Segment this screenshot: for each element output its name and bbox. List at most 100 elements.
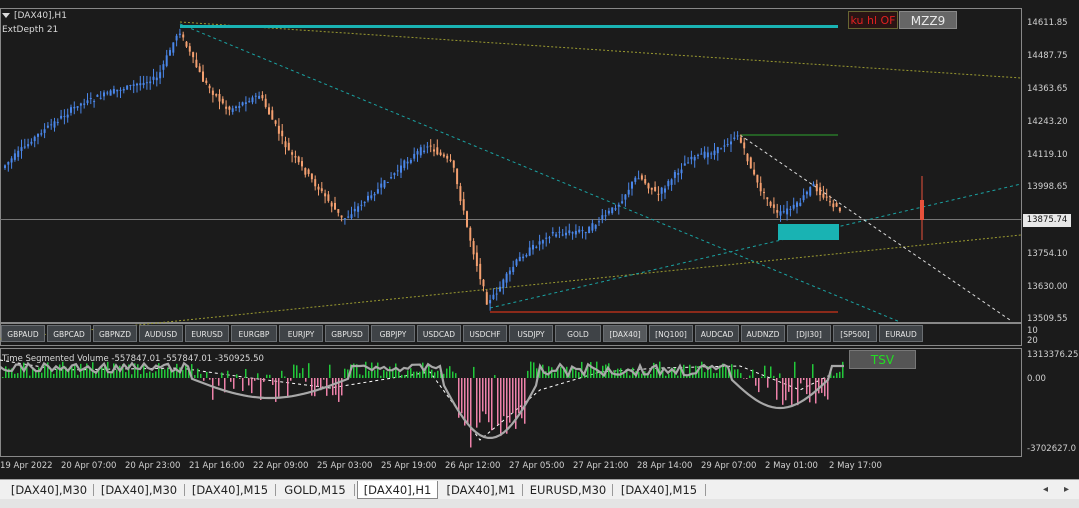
ku-hl-button[interactable]: ku hl OF bbox=[848, 11, 898, 29]
symbol-button[interactable]: AUDCAD bbox=[695, 325, 739, 342]
symbol-button[interactable]: EURUSD bbox=[185, 325, 229, 342]
tsv-button[interactable]: TSV bbox=[849, 350, 916, 369]
volume-bar bbox=[803, 378, 805, 380]
symbol-button[interactable]: USDCHF bbox=[463, 325, 507, 342]
volume-bar bbox=[335, 378, 337, 395]
symbol-button[interactable]: GBPCAD bbox=[47, 325, 91, 342]
candle-body bbox=[716, 147, 719, 154]
symbol-button[interactable]: GBPUSD bbox=[325, 325, 369, 342]
volume-bar bbox=[812, 364, 814, 378]
volume-bar bbox=[431, 369, 433, 378]
candle-body bbox=[683, 163, 686, 166]
candle-body bbox=[20, 147, 23, 151]
mzz9-button[interactable]: MZZ9 bbox=[899, 11, 957, 29]
volume-bar bbox=[677, 375, 679, 378]
volume-bar bbox=[491, 378, 493, 431]
symbol-button[interactable]: [DJI30] bbox=[787, 325, 831, 342]
symbol-button[interactable]: [NQ100] bbox=[649, 325, 693, 342]
symbol-button[interactable]: AUDUSD bbox=[139, 325, 183, 342]
candle-body bbox=[297, 156, 300, 163]
symbol-button[interactable]: EURGBP bbox=[231, 325, 277, 342]
candle-body bbox=[568, 230, 571, 234]
candle-body bbox=[122, 89, 125, 91]
tab-eurusd-m30[interactable]: EURUSD,M30 bbox=[525, 481, 611, 499]
candle-body bbox=[588, 226, 591, 234]
chart-title[interactable]: [DAX40],H1 bbox=[2, 11, 67, 21]
volume-bar bbox=[578, 372, 580, 378]
volume-bar bbox=[572, 367, 574, 378]
volume-bar bbox=[560, 366, 562, 378]
candle-body bbox=[442, 154, 445, 157]
volume-bar bbox=[272, 378, 274, 385]
symbol-button[interactable]: [SP500] bbox=[833, 325, 877, 342]
tab-dax40-m15[interactable]: [DAX40],M15 bbox=[187, 481, 273, 499]
candle-body bbox=[789, 208, 792, 210]
candle-body bbox=[419, 147, 422, 156]
volume-bar bbox=[83, 368, 85, 378]
volume-bar bbox=[767, 378, 769, 388]
volume-bar bbox=[278, 378, 280, 397]
volume-bar bbox=[629, 375, 631, 378]
tab-dax40-m15[interactable]: [DAX40],M15 bbox=[615, 481, 703, 499]
candle-body bbox=[337, 209, 340, 213]
candle-body bbox=[766, 197, 769, 200]
candle-body bbox=[571, 232, 574, 234]
volume-bar bbox=[44, 365, 46, 378]
candle-body bbox=[198, 66, 201, 73]
tab-scroll-right-icon[interactable]: ▸ bbox=[1064, 480, 1069, 500]
candle-body bbox=[218, 94, 221, 102]
tab-dax40-h1[interactable]: [DAX40],H1 bbox=[357, 481, 438, 499]
candle-body bbox=[809, 187, 812, 196]
tab-dax40-m1[interactable]: [DAX40],M1 bbox=[441, 481, 521, 499]
candle-body bbox=[244, 102, 247, 105]
time-axis-label: 27 Apr 21:00 bbox=[573, 461, 629, 471]
symbol-button[interactable]: GBPAUD bbox=[1, 325, 45, 342]
indicator-label: Time Segmented Volume -557847.01 -557847… bbox=[2, 354, 264, 364]
volume-bar bbox=[449, 366, 451, 378]
volume-bar bbox=[386, 371, 388, 378]
candle-body bbox=[634, 177, 637, 182]
tab-gold-m15[interactable]: GOLD,M15 bbox=[278, 481, 352, 499]
tab-dax40-m30[interactable]: [DAX40],M30 bbox=[6, 481, 92, 499]
tab-dax40-m30[interactable]: [DAX40],M30 bbox=[96, 481, 182, 499]
symbol-button[interactable]: AUDNZD bbox=[741, 325, 785, 342]
dropdown-triangle-icon[interactable] bbox=[2, 13, 10, 18]
volume-bar bbox=[380, 375, 382, 378]
symbol-button[interactable]: USDCAD bbox=[417, 325, 461, 342]
candle-body bbox=[489, 300, 492, 304]
volume-bar bbox=[56, 368, 58, 378]
volume-bar bbox=[125, 372, 127, 378]
volume-bar bbox=[140, 374, 142, 378]
tab-scroll-left-icon[interactable]: ◂ bbox=[1043, 480, 1048, 500]
volume-bar bbox=[374, 370, 376, 378]
candle-body bbox=[360, 204, 363, 206]
candle-body bbox=[363, 201, 366, 204]
symbol-button[interactable]: GOLD bbox=[555, 325, 601, 342]
symbol-button[interactable]: GBPNZD bbox=[93, 325, 137, 342]
candle-body bbox=[320, 188, 323, 192]
price-axis-label: 13509.55 bbox=[1027, 314, 1068, 324]
candle-body bbox=[782, 211, 785, 213]
volume-bar bbox=[497, 378, 499, 425]
candle-body bbox=[145, 82, 148, 84]
price-chart[interactable] bbox=[0, 0, 1079, 508]
candle-body bbox=[525, 254, 528, 257]
candle-body bbox=[261, 95, 264, 99]
symbol-button[interactable]: EURAUD bbox=[879, 325, 923, 342]
volume-bar bbox=[476, 378, 478, 428]
candle-body bbox=[23, 146, 26, 148]
price-axis-label: 14243.20 bbox=[1027, 117, 1068, 127]
candle-body bbox=[40, 133, 43, 135]
symbol-button[interactable]: [DAX40] bbox=[603, 325, 647, 342]
symbol-button[interactable]: USDJPY bbox=[509, 325, 553, 342]
candle-body bbox=[396, 170, 399, 172]
candle-body bbox=[79, 103, 82, 106]
symbol-button[interactable]: GBPJPY bbox=[371, 325, 415, 342]
candle-body bbox=[10, 158, 13, 163]
volume-bar bbox=[284, 376, 286, 378]
candle-body bbox=[340, 215, 343, 218]
candle-body bbox=[664, 188, 666, 193]
symbol-button[interactable]: EURJPY bbox=[279, 325, 323, 342]
candle-body bbox=[607, 210, 610, 214]
time-axis-label: 25 Apr 03:00 bbox=[317, 461, 373, 471]
